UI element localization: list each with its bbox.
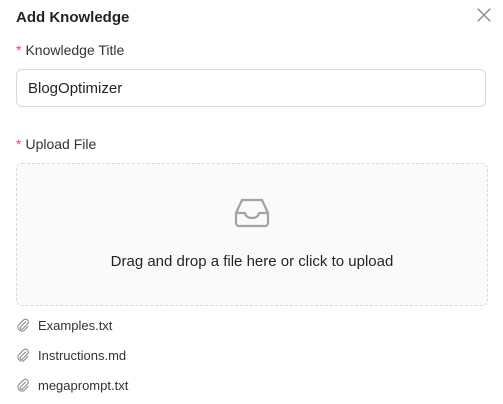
file-name: Examples.txt [38, 317, 113, 333]
upload-file-label: * Upload File [16, 136, 96, 152]
file-name: Instructions.md [38, 347, 127, 363]
knowledge-title-input[interactable] [16, 69, 486, 107]
required-mark: * [16, 42, 22, 58]
upload-dropzone[interactable]: Drag and drop a file here or click to up… [16, 163, 488, 306]
file-name: megaprompt.txt [38, 377, 129, 393]
dialog-title: Add Knowledge [16, 9, 130, 26]
inbox-icon [234, 198, 270, 228]
required-mark: * [16, 136, 22, 152]
file-item[interactable]: Examples.txt [16, 315, 112, 335]
close-icon[interactable] [476, 7, 492, 23]
paperclip-icon [17, 348, 29, 362]
upload-hint: Drag and drop a file here or click to up… [110, 253, 394, 270]
file-item[interactable]: Instructions.md [16, 345, 126, 365]
file-item[interactable]: megaprompt.txt [16, 375, 128, 395]
upload-file-label-text: Upload File [25, 136, 97, 152]
knowledge-title-label-text: Knowledge Title [25, 42, 125, 58]
paperclip-icon [17, 318, 29, 332]
paperclip-icon [17, 378, 29, 392]
knowledge-title-label: * Knowledge Title [16, 42, 124, 58]
